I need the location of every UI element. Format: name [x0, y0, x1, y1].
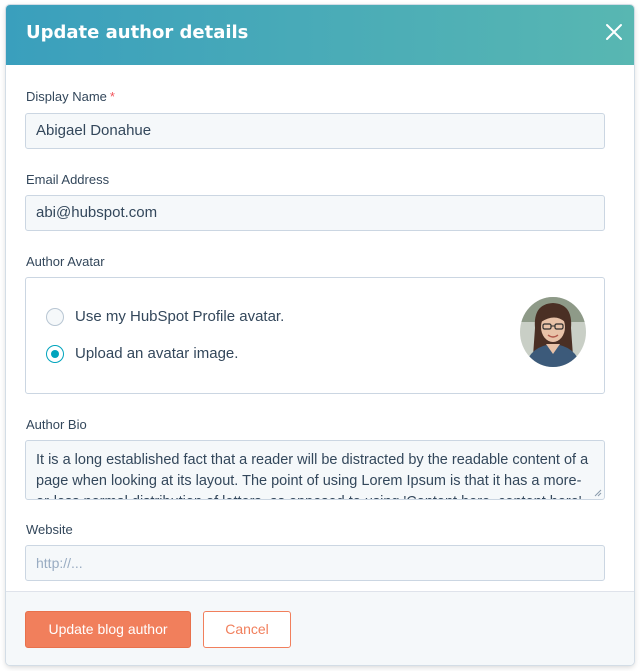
dialog-header: Update author details: [6, 5, 634, 65]
email-input[interactable]: abi@hubspot.com: [25, 195, 605, 231]
author-bio-textarea[interactable]: It is a long established fact that a rea…: [25, 440, 605, 500]
required-mark: *: [109, 89, 115, 104]
avatar-photo[interactable]: [519, 296, 587, 368]
cancel-button[interactable]: Cancel: [203, 611, 291, 648]
update-blog-author-button[interactable]: Update blog author: [25, 611, 191, 648]
radio-label-upload-avatar: Upload an avatar image.: [75, 345, 239, 362]
website-input[interactable]: http://...: [25, 545, 605, 581]
update-author-dialog: Update author details Display Name * Abig…: [6, 5, 634, 665]
avatar-options-box: Use my HubSpot Profile avatar. Upload an…: [25, 277, 605, 394]
author-bio-label: Author Bio: [26, 417, 87, 432]
author-avatar-label: Author Avatar: [26, 254, 105, 269]
dialog-title: Update author details: [26, 22, 249, 43]
radio-icon[interactable]: [46, 345, 64, 363]
display-name-input[interactable]: Abigael Donahue: [25, 113, 605, 149]
display-name-label-text: Display Name: [26, 89, 107, 104]
close-icon: [606, 24, 622, 40]
close-button[interactable]: [604, 22, 624, 42]
radio-icon[interactable]: [46, 308, 64, 326]
author-bio-text: It is a long established fact that a rea…: [36, 452, 589, 499]
display-name-label: Display Name *: [26, 89, 115, 104]
dialog-footer: Update blog author Cancel: [6, 591, 634, 665]
website-label: Website: [26, 522, 73, 537]
radio-label-profile-avatar: Use my HubSpot Profile avatar.: [75, 308, 285, 325]
email-label: Email Address: [26, 172, 110, 187]
resize-grip-icon[interactable]: [593, 488, 602, 497]
